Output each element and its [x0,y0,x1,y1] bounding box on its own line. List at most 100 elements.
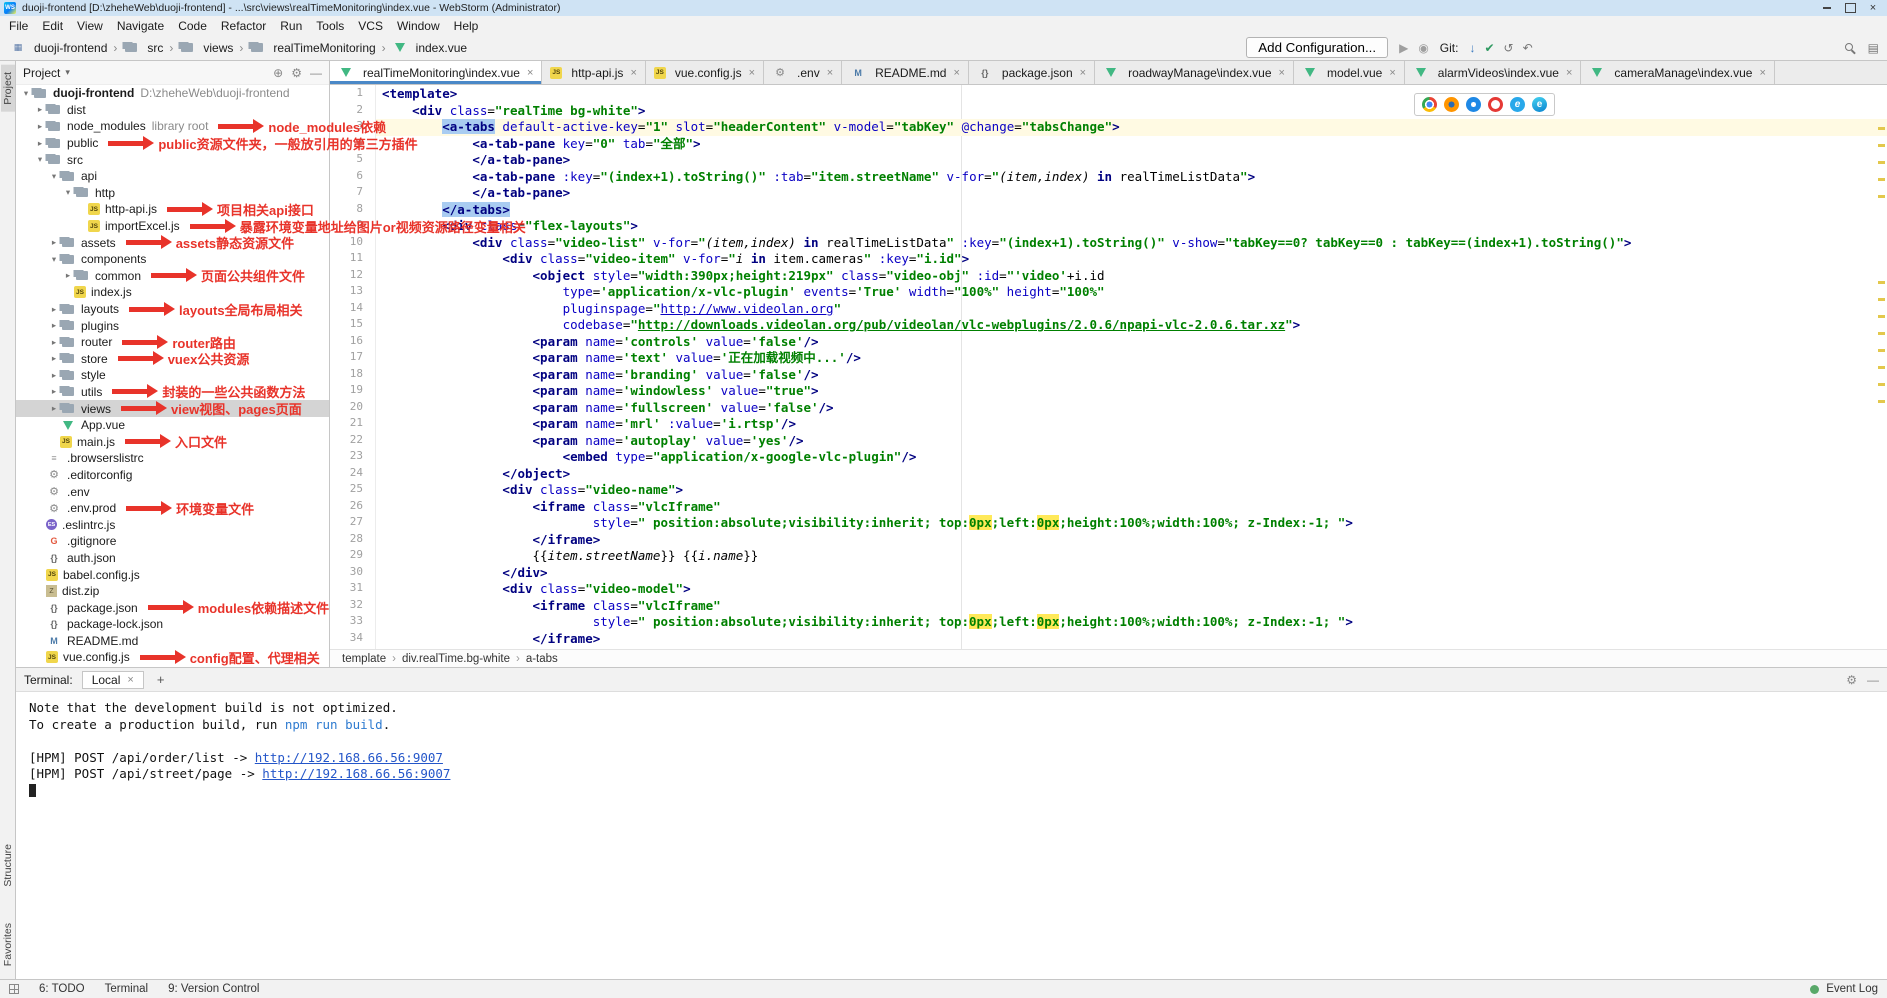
close-button[interactable]: × [1863,1,1883,15]
tab-close-icon[interactable]: × [1566,67,1572,79]
tree-item-importexcel-js[interactable]: JSimportExcel.js暴露环境变量地址给图片or视频资源路径变量相关 [16,218,329,235]
run-icon[interactable]: ▶ [1399,41,1408,55]
warning-mark-icon[interactable] [1878,400,1885,403]
tree-item-babel-config-js[interactable]: JSbabel.config.js [16,566,329,583]
tree-item-style[interactable]: ▸style [16,367,329,384]
breadcrumb-item-realtimemonitoring[interactable]: realTimeMonitoring [247,40,377,56]
tree-chevron-icon[interactable]: ▾ [20,88,32,99]
tree-item-utils[interactable]: ▸utils封装的一些公共函数方法 [16,384,329,401]
code-breadcrumb-a-tabs[interactable]: a-tabs [526,653,558,665]
tab-close-icon[interactable]: × [953,67,959,79]
menu-code[interactable]: Code [171,17,214,35]
tree-item-app-vue[interactable]: App.vue [16,417,329,434]
tree-chevron-icon[interactable]: ▾ [48,171,60,182]
breadcrumb-item-index-vue[interactable]: index.vue [390,40,469,56]
opera-icon[interactable] [1488,97,1503,112]
warning-mark-icon[interactable] [1878,366,1885,369]
tree-item-env[interactable]: ⚙.env [16,483,329,500]
chevron-down-icon[interactable]: ▾ [65,67,70,78]
tree-item-common[interactable]: ▸common页面公共组件文件 [16,268,329,285]
tree-chevron-icon[interactable]: ▸ [34,121,46,132]
breadcrumb-item-views[interactable]: views [177,40,235,56]
menu-vcs[interactable]: VCS [351,17,390,35]
tree-item-router[interactable]: ▸routerrouter路由 [16,334,329,351]
tree-item-browserslistrc[interactable]: ≡.browserslistrc [16,450,329,467]
tree-item-dist-zip[interactable]: Zdist.zip [16,583,329,600]
tree-item-eslintrc-js[interactable]: ES.eslintrc.js [16,516,329,533]
editor-tab-vue-config-js[interactable]: JSvue.config.js× [646,61,764,84]
tool-window-switcher-icon[interactable] [9,984,19,994]
tree-chevron-icon[interactable]: ▸ [48,403,60,414]
menu-file[interactable]: File [2,17,35,35]
warning-mark-icon[interactable] [1878,332,1885,335]
warning-mark-icon[interactable] [1878,195,1885,198]
menu-refactor[interactable]: Refactor [214,17,273,35]
editor-tab-model-vue[interactable]: model.vue× [1294,61,1405,84]
menu-window[interactable]: Window [390,17,447,35]
editor-tab-realtimemonitoring-index-vue[interactable]: realTimeMonitoring\index.vue× [330,61,542,84]
warning-mark-icon[interactable] [1878,383,1885,386]
git-history-icon[interactable]: ↺ [1504,41,1514,55]
safari-icon[interactable] [1466,97,1481,112]
tab-close-icon[interactable]: × [749,67,755,79]
tree-chevron-icon[interactable]: ▸ [48,237,60,248]
tree-item-components[interactable]: ▾components [16,251,329,268]
error-stripe[interactable] [1875,85,1887,649]
tree-chevron-icon[interactable]: ▾ [34,154,46,165]
menu-view[interactable]: View [70,17,110,35]
new-terminal-icon[interactable]: + [153,672,169,687]
warning-mark-icon[interactable] [1878,315,1885,318]
warning-mark-icon[interactable] [1878,298,1885,301]
search-icon[interactable] [1844,42,1856,54]
tree-chevron-icon[interactable]: ▸ [48,337,60,348]
tree-item-http[interactable]: ▾http [16,185,329,202]
code-breadcrumb-template[interactable]: template [342,653,386,665]
tree-item-store[interactable]: ▸storevuex公共资源 [16,351,329,368]
tree-item-readme-md[interactable]: MREADME.md [16,633,329,650]
terminal-output[interactable]: Note that the development build is not o… [16,692,1887,979]
firefox-icon[interactable] [1444,97,1459,112]
minimize-button[interactable] [1817,1,1837,15]
tree-chevron-icon[interactable]: ▸ [48,304,60,315]
tree-item-package-json[interactable]: {}package.jsonmodules依赖描述文件 [16,599,329,616]
status-6-todo[interactable]: 6: TODO [39,983,85,995]
tree-item-duoji-frontend[interactable]: ▾duoji-frontendD:\zheheWeb\duoji-fronten… [16,85,329,102]
tree-item-gitignore[interactable]: G.gitignore [16,533,329,550]
menu-navigate[interactable]: Navigate [110,17,171,35]
git-commit-icon[interactable]: ✔ [1484,41,1494,55]
tree-item-layouts[interactable]: ▸layoutslayouts全局布局相关 [16,301,329,318]
tree-chevron-icon[interactable]: ▾ [62,187,74,198]
tree-item-dist[interactable]: ▸dist [16,102,329,119]
editor-tab-env[interactable]: ⚙.env× [764,61,842,84]
tool-button-structure[interactable]: Structure [1,837,15,894]
code-area[interactable]: <template> <div class="realTime bg-white… [376,85,1887,649]
warning-mark-icon[interactable] [1878,127,1885,130]
tree-chevron-icon[interactable]: ▸ [48,320,60,331]
tree-item-views[interactable]: ▸viewsview视图、pages页面 [16,400,329,417]
layout-icon[interactable]: ▤ [1868,41,1879,55]
ie-icon[interactable]: e [1510,97,1525,112]
tab-close-icon[interactable]: × [1759,67,1765,79]
debug-icon[interactable]: ◉ [1418,41,1428,55]
warning-mark-icon[interactable] [1878,281,1885,284]
tree-chevron-icon[interactable]: ▸ [48,386,60,397]
editor-tab-alarmvideos-index-vue[interactable]: alarmVideos\index.vue× [1405,61,1582,84]
tree-chevron-icon[interactable]: ▸ [48,370,60,381]
git-update-icon[interactable]: ↓ [1469,41,1475,55]
tree-chevron-icon[interactable]: ▸ [34,138,46,149]
tree-item-assets[interactable]: ▸assetsassets静态资源文件 [16,234,329,251]
minimize-panel-icon[interactable]: — [1867,673,1879,687]
edge-icon[interactable]: e [1532,97,1547,112]
editor-tab-readme-md[interactable]: MREADME.md× [842,61,969,84]
terminal-tab-local[interactable]: Local× [82,671,144,689]
tab-close-icon[interactable]: × [1080,67,1086,79]
editor-tab-package-json[interactable]: {}package.json× [969,61,1095,84]
tool-button-favorites[interactable]: Favorites [1,916,15,973]
status-9-version-control[interactable]: 9: Version Control [168,983,259,995]
warning-mark-icon[interactable] [1878,144,1885,147]
tool-button-project[interactable]: Project [1,65,15,112]
tree-item-src[interactable]: ▾src [16,151,329,168]
tree-item-api[interactable]: ▾api [16,168,329,185]
tree-item-plugins[interactable]: ▸plugins [16,317,329,334]
tree-item-package-lock-json[interactable]: {}package-lock.json [16,616,329,633]
